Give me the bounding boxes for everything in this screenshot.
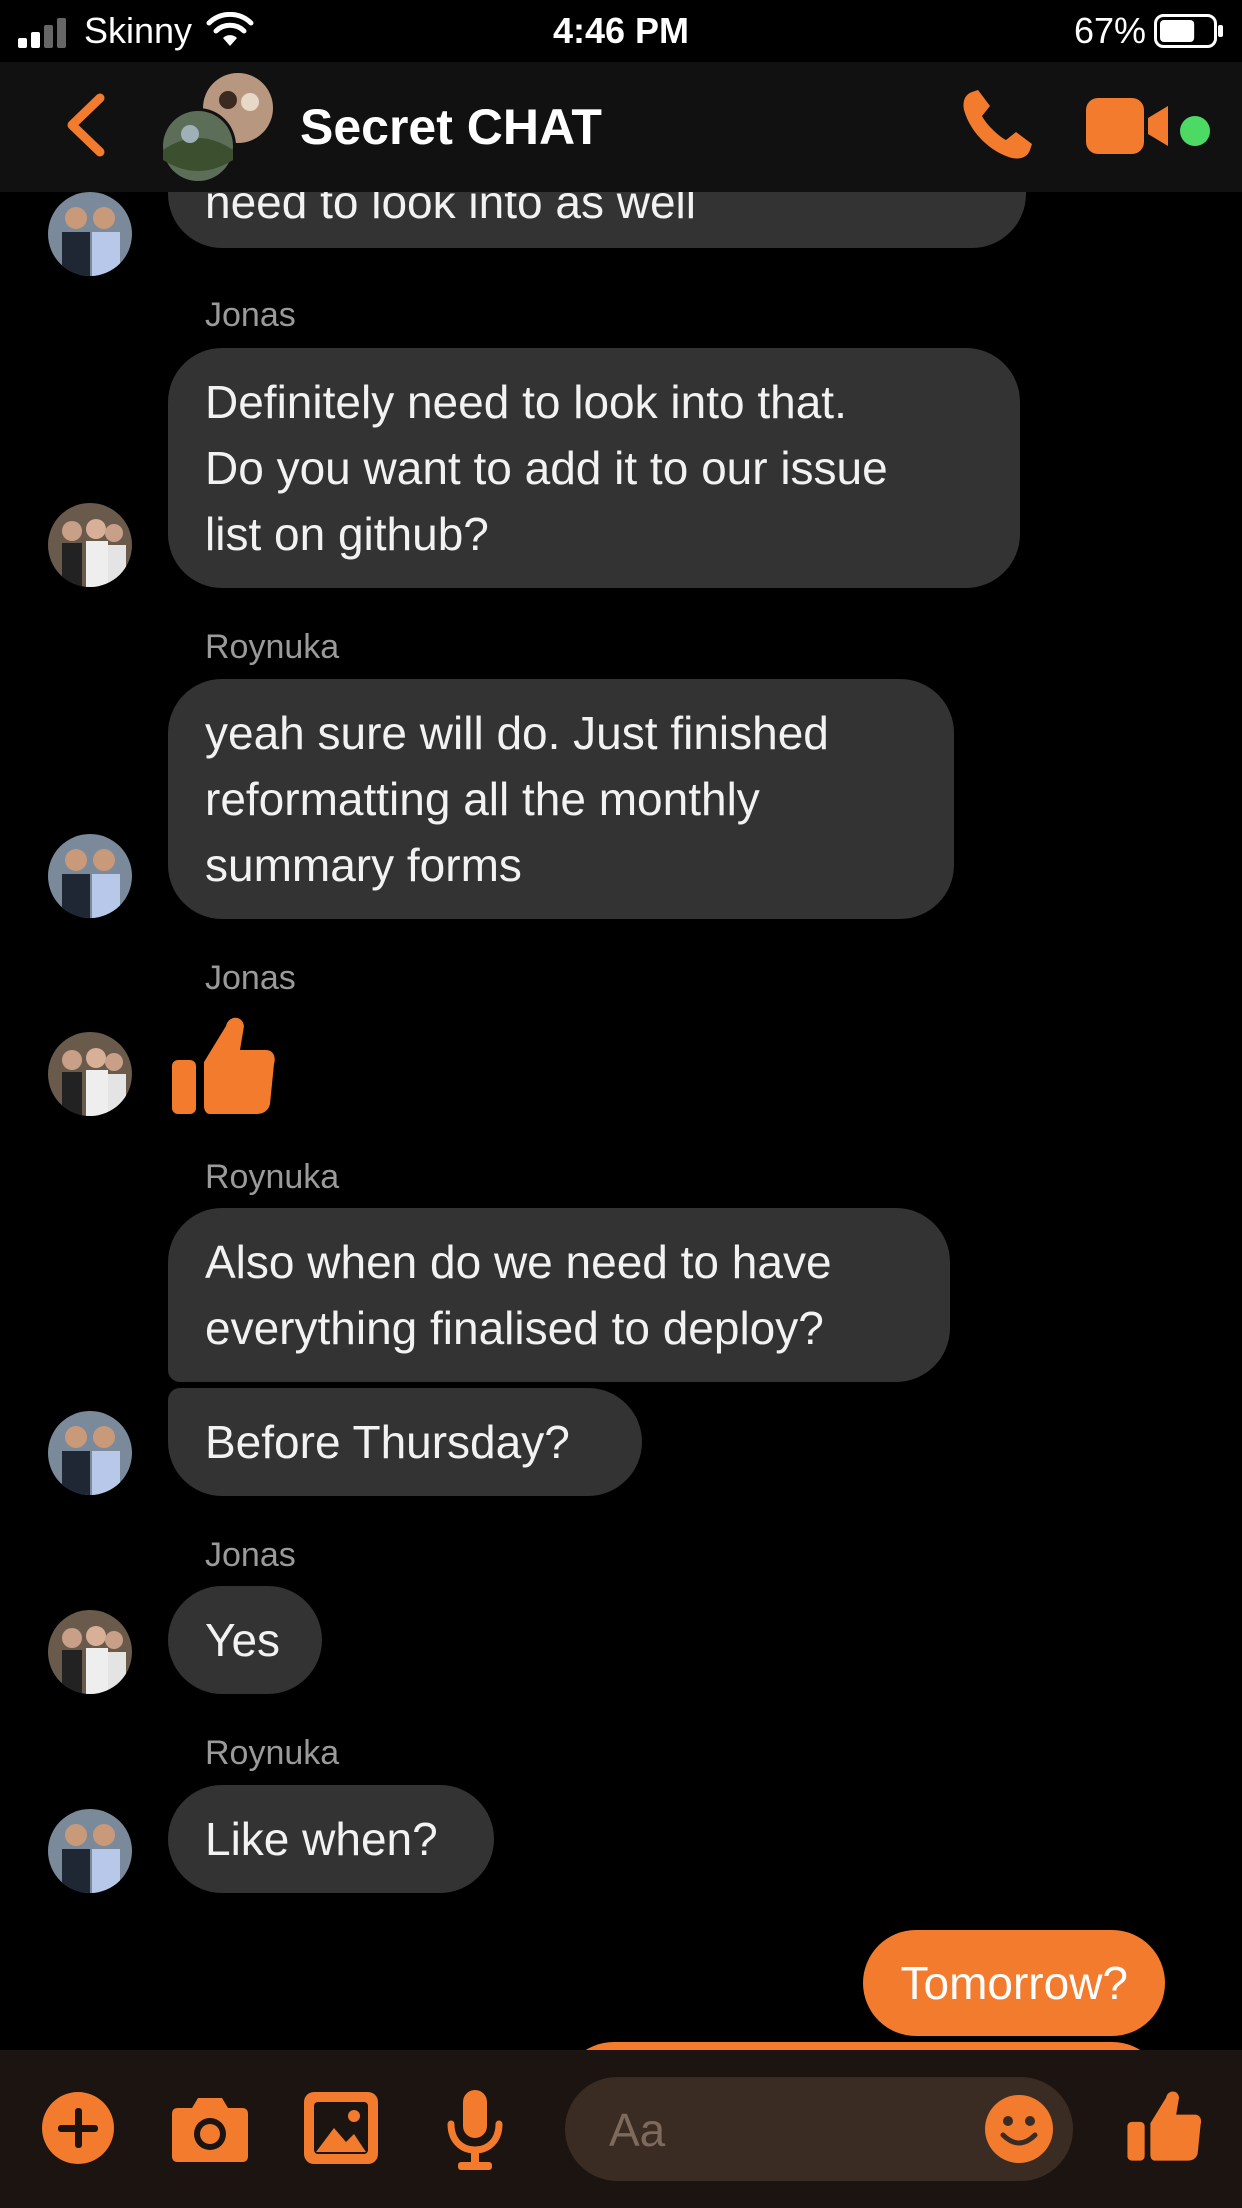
message-bubble[interactable]: Also when do we need to have everything … <box>168 1208 950 1382</box>
avatar-jonas[interactable] <box>48 503 132 587</box>
message-text: summary forms <box>205 839 522 891</box>
message-input-container[interactable] <box>565 2077 1073 2183</box>
emoji-icon[interactable] <box>983 2093 1055 2165</box>
status-bar: Skinny 4:46 PM 67% <box>0 0 1242 62</box>
message-bubble[interactable]: Definitely need to look into that. Do yo… <box>168 348 1020 588</box>
sender-name: Jonas <box>205 1536 296 1574</box>
message-text: yeah sure will do. Just finished <box>205 707 829 759</box>
avatar-roynuka[interactable] <box>48 834 132 918</box>
battery-icon <box>1154 14 1223 48</box>
message-text: Before Thursday? <box>205 1416 570 1468</box>
composer-bar <box>0 2050 1242 2208</box>
plus-icon[interactable] <box>40 2090 116 2166</box>
message-text: everything finalised to deploy? <box>205 1302 824 1354</box>
avatar-roynuka[interactable] <box>48 192 132 276</box>
thumbs-up-icon[interactable] <box>170 1010 276 1116</box>
message-text: Definitely need to look into that. <box>205 376 847 428</box>
message-list[interactable]: need to look into as well Jonas Definite… <box>0 192 1242 2050</box>
avatar-jonas[interactable] <box>48 1032 132 1116</box>
message-text: reformatting all the monthly <box>205 773 760 825</box>
sender-name: Roynuka <box>205 1158 340 1196</box>
sender-name: Jonas <box>205 959 296 997</box>
outgoing-message-bubble[interactable]: Tomorrow? <box>863 1930 1165 2036</box>
sender-name: Roynuka <box>205 1734 340 1772</box>
chat-header: Secret CHAT <box>0 62 1242 192</box>
active-status-dot <box>1180 116 1210 146</box>
message-text: Tomorrow? <box>900 1957 1128 2009</box>
message-text: Yes <box>205 1614 281 1666</box>
phone-icon[interactable] <box>958 88 1034 164</box>
message-bubble[interactable]: need to look into as well <box>168 192 1026 248</box>
message-text: need to look into as well <box>205 192 696 228</box>
message-bubble[interactable]: Before Thursday? <box>168 1388 642 1496</box>
video-camera-icon[interactable] <box>1084 96 1170 156</box>
image-icon[interactable] <box>302 2090 380 2166</box>
sender-name: Jonas <box>205 296 296 334</box>
camera-icon[interactable] <box>170 2092 250 2164</box>
avatar-jonas[interactable] <box>48 1610 132 1694</box>
message-text: Also when do we need to have <box>205 1236 832 1288</box>
message-text: list on github? <box>205 508 489 560</box>
microphone-icon[interactable] <box>446 2088 504 2172</box>
chevron-left-icon[interactable] <box>62 92 112 158</box>
message-input[interactable] <box>607 2077 951 2183</box>
message-bubble[interactable]: Like when? <box>168 1785 494 1893</box>
clock: 4:46 PM <box>552 10 690 51</box>
message-text: Do you want to add it to our issue <box>205 442 888 494</box>
message-bubble[interactable]: Yes <box>168 1586 322 1694</box>
sender-name: Roynuka <box>205 628 340 666</box>
avatar-roynuka[interactable] <box>48 1809 132 1893</box>
message-bubble[interactable]: yeah sure will do. Just finished reforma… <box>168 679 954 919</box>
battery-percent: 67% <box>1073 10 1146 51</box>
thumbs-up-icon[interactable] <box>1126 2084 1202 2164</box>
message-text: Like when? <box>205 1813 438 1865</box>
chat-title[interactable]: Secret CHAT <box>300 98 602 156</box>
avatar-roynuka[interactable] <box>48 1411 132 1495</box>
outgoing-message-bubble-partial[interactable] <box>560 2042 1166 2050</box>
group-avatar[interactable] <box>160 70 276 186</box>
